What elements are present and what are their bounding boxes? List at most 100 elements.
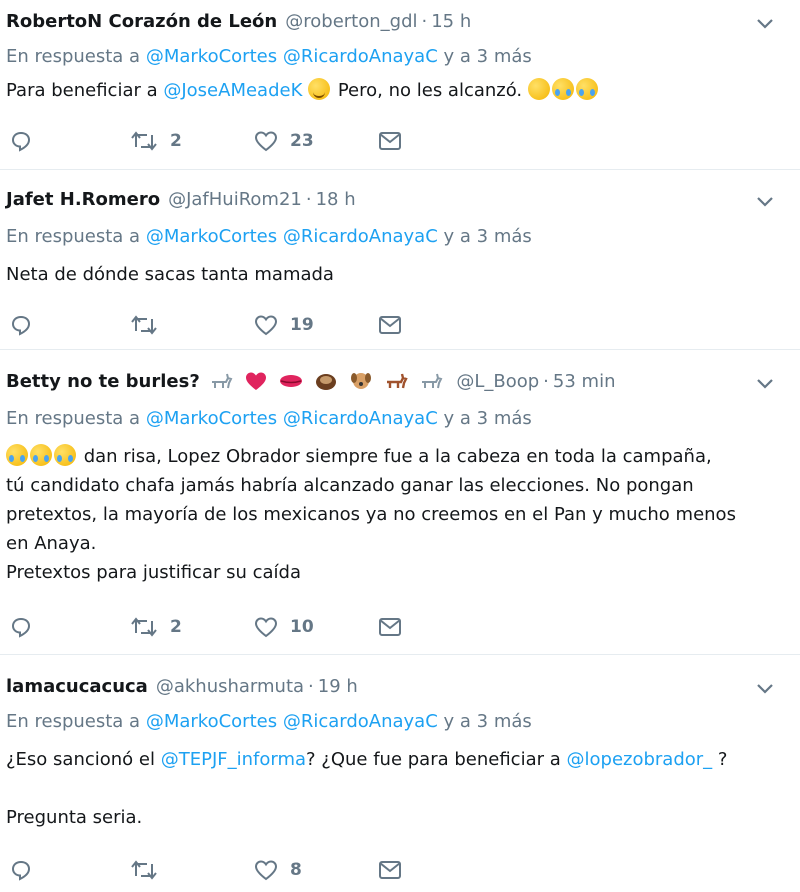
- reply-mention[interactable]: @RicardoAnayaC: [283, 226, 438, 247]
- reply-icon: [11, 315, 31, 336]
- goat-icon: [422, 373, 443, 389]
- message-icon: [379, 861, 401, 879]
- caret-down-icon[interactable]: [754, 190, 776, 212]
- text-segment: Pero, no les alcanzó.: [332, 80, 523, 101]
- mention-link[interactable]: @lopezobrador_: [567, 749, 713, 770]
- tweet[interactable]: lamacucacuca @akhusharmuta · 19 h En res…: [0, 655, 800, 892]
- reply-button[interactable]: [10, 612, 32, 642]
- timestamp[interactable]: 19 h: [318, 676, 358, 697]
- caret-down-icon[interactable]: [754, 12, 776, 34]
- reply-suffix[interactable]: y a 3 más: [444, 408, 532, 429]
- reply-suffix[interactable]: y a 3 más: [444, 711, 532, 732]
- reply-prefix: En respuesta a: [6, 711, 141, 732]
- tweet-header: lamacucacuca @akhusharmuta · 19 h: [6, 673, 358, 699]
- like-icon: [254, 860, 278, 881]
- separator: ·: [305, 188, 312, 210]
- like-button[interactable]: 19: [254, 310, 314, 340]
- tears-of-joy-emoji-icon: [54, 444, 76, 466]
- user-handle[interactable]: @akhusharmuta: [156, 676, 304, 697]
- tweet[interactable]: RobertoN Corazón de León @roberton_gdl ·…: [0, 0, 800, 170]
- reply-prefix: En respuesta a: [6, 46, 141, 67]
- text-line: en Anaya.: [6, 533, 97, 554]
- mention-link[interactable]: @TEPJF_informa: [161, 749, 306, 770]
- text-line: pretextos, la mayoría de los mexicanos y…: [6, 504, 736, 525]
- message-button[interactable]: [378, 126, 402, 156]
- text-segment: ? ¿Que fue para beneficiar a: [306, 749, 567, 770]
- like-icon: [254, 617, 278, 638]
- reply-mention[interactable]: @MarkoCortes: [146, 226, 277, 247]
- timestamp[interactable]: 18 h: [316, 189, 356, 210]
- user-handle[interactable]: @JafHuiRom21: [168, 189, 302, 210]
- message-icon: [379, 132, 401, 150]
- display-name[interactable]: lamacucacuca: [6, 676, 148, 697]
- caret-down-icon[interactable]: [754, 677, 776, 699]
- reply-context: En respuesta a @MarkoCortes @RicardoAnay…: [6, 408, 532, 429]
- like-button[interactable]: 10: [254, 612, 314, 642]
- grin-emoji-icon: [527, 78, 550, 100]
- reply-prefix: En respuesta a: [6, 408, 141, 429]
- retweet-button[interactable]: [130, 310, 170, 340]
- message-button[interactable]: [378, 310, 402, 340]
- reply-mention[interactable]: @RicardoAnayaC: [283, 408, 438, 429]
- rofl-emoji-icon: [575, 78, 598, 100]
- goat-brown-icon: [387, 373, 408, 389]
- timestamp[interactable]: 15 h: [431, 11, 471, 32]
- like-icon: [254, 315, 278, 336]
- display-name[interactable]: RobertoN Corazón de León: [6, 11, 277, 32]
- retweet-count: 2: [170, 617, 182, 637]
- reply-prefix: En respuesta a: [6, 226, 141, 247]
- reply-icon: [11, 131, 31, 152]
- lips-icon: [279, 375, 302, 387]
- tweet[interactable]: Betty no te burles? @L_Boop · 53 min En …: [0, 350, 800, 655]
- reply-icon: [11, 617, 31, 638]
- tweet-text: Neta de dónde sacas tanta mamada: [6, 262, 334, 288]
- tweet[interactable]: Jafet H.Romero @JafHuiRom21 · 18 h En re…: [0, 170, 800, 350]
- tweet-text: Para beneficiar a @JoseAMeadeK Pero, no …: [6, 78, 600, 104]
- reply-context: En respuesta a @MarkoCortes @RicardoAnay…: [6, 46, 532, 67]
- message-icon: [379, 316, 401, 334]
- tweet-text: dan risa, Lopez Obrador siempre fue a la…: [6, 442, 736, 587]
- text-line: dan risa, Lopez Obrador siempre fue a la…: [78, 446, 712, 467]
- reply-mention[interactable]: @RicardoAnayaC: [283, 46, 438, 67]
- reply-suffix[interactable]: y a 3 más: [444, 46, 532, 67]
- display-name[interactable]: Betty no te burles?: [6, 371, 200, 392]
- reply-context: En respuesta a @MarkoCortes @RicardoAnay…: [6, 226, 532, 247]
- tears-of-joy-emoji-icon: [551, 78, 574, 100]
- separator: ·: [421, 10, 428, 32]
- like-count: 23: [290, 131, 314, 151]
- tweet-header: RobertoN Corazón de León @roberton_gdl ·…: [6, 8, 471, 34]
- like-count: 8: [290, 860, 302, 880]
- tears-of-joy-emoji-icon: [30, 444, 52, 466]
- reply-button[interactable]: [10, 126, 32, 156]
- like-button[interactable]: 23: [254, 126, 314, 156]
- coffee-icon: [316, 374, 337, 390]
- reply-button[interactable]: [10, 855, 32, 885]
- retweet-icon: [131, 617, 157, 637]
- reply-mention[interactable]: @RicardoAnayaC: [283, 711, 438, 732]
- user-handle[interactable]: @L_Boop: [456, 371, 539, 392]
- reply-mention[interactable]: @MarkoCortes: [146, 46, 277, 67]
- retweet-button[interactable]: [130, 855, 170, 885]
- retweet-button[interactable]: 2: [130, 126, 182, 156]
- caret-down-icon[interactable]: [754, 372, 776, 394]
- reply-mention[interactable]: @MarkoCortes: [146, 408, 277, 429]
- reply-suffix[interactable]: y a 3 más: [444, 226, 532, 247]
- text-line: Pretextos para justificar su caída: [6, 562, 301, 583]
- retweet-button[interactable]: 2: [130, 612, 182, 642]
- user-handle[interactable]: @roberton_gdl: [285, 11, 417, 32]
- display-name[interactable]: Jafet H.Romero: [6, 189, 160, 210]
- message-button[interactable]: [378, 612, 402, 642]
- timestamp[interactable]: 53 min: [553, 371, 616, 392]
- tweet-header: Jafet H.Romero @JafHuiRom21 · 18 h: [6, 186, 356, 212]
- message-icon: [379, 618, 401, 636]
- retweet-icon: [131, 131, 157, 151]
- name-decorations: [208, 370, 449, 392]
- reply-mention[interactable]: @MarkoCortes: [146, 711, 277, 732]
- text-line: Neta de dónde sacas tanta mamada: [6, 264, 334, 285]
- tweet-actions: 19: [0, 310, 800, 340]
- tweet-actions: 2 23: [0, 126, 800, 156]
- message-button[interactable]: [378, 855, 402, 885]
- reply-button[interactable]: [10, 310, 32, 340]
- mention-link[interactable]: @JoseAMeadeK: [163, 80, 302, 101]
- like-button[interactable]: 8: [254, 855, 302, 885]
